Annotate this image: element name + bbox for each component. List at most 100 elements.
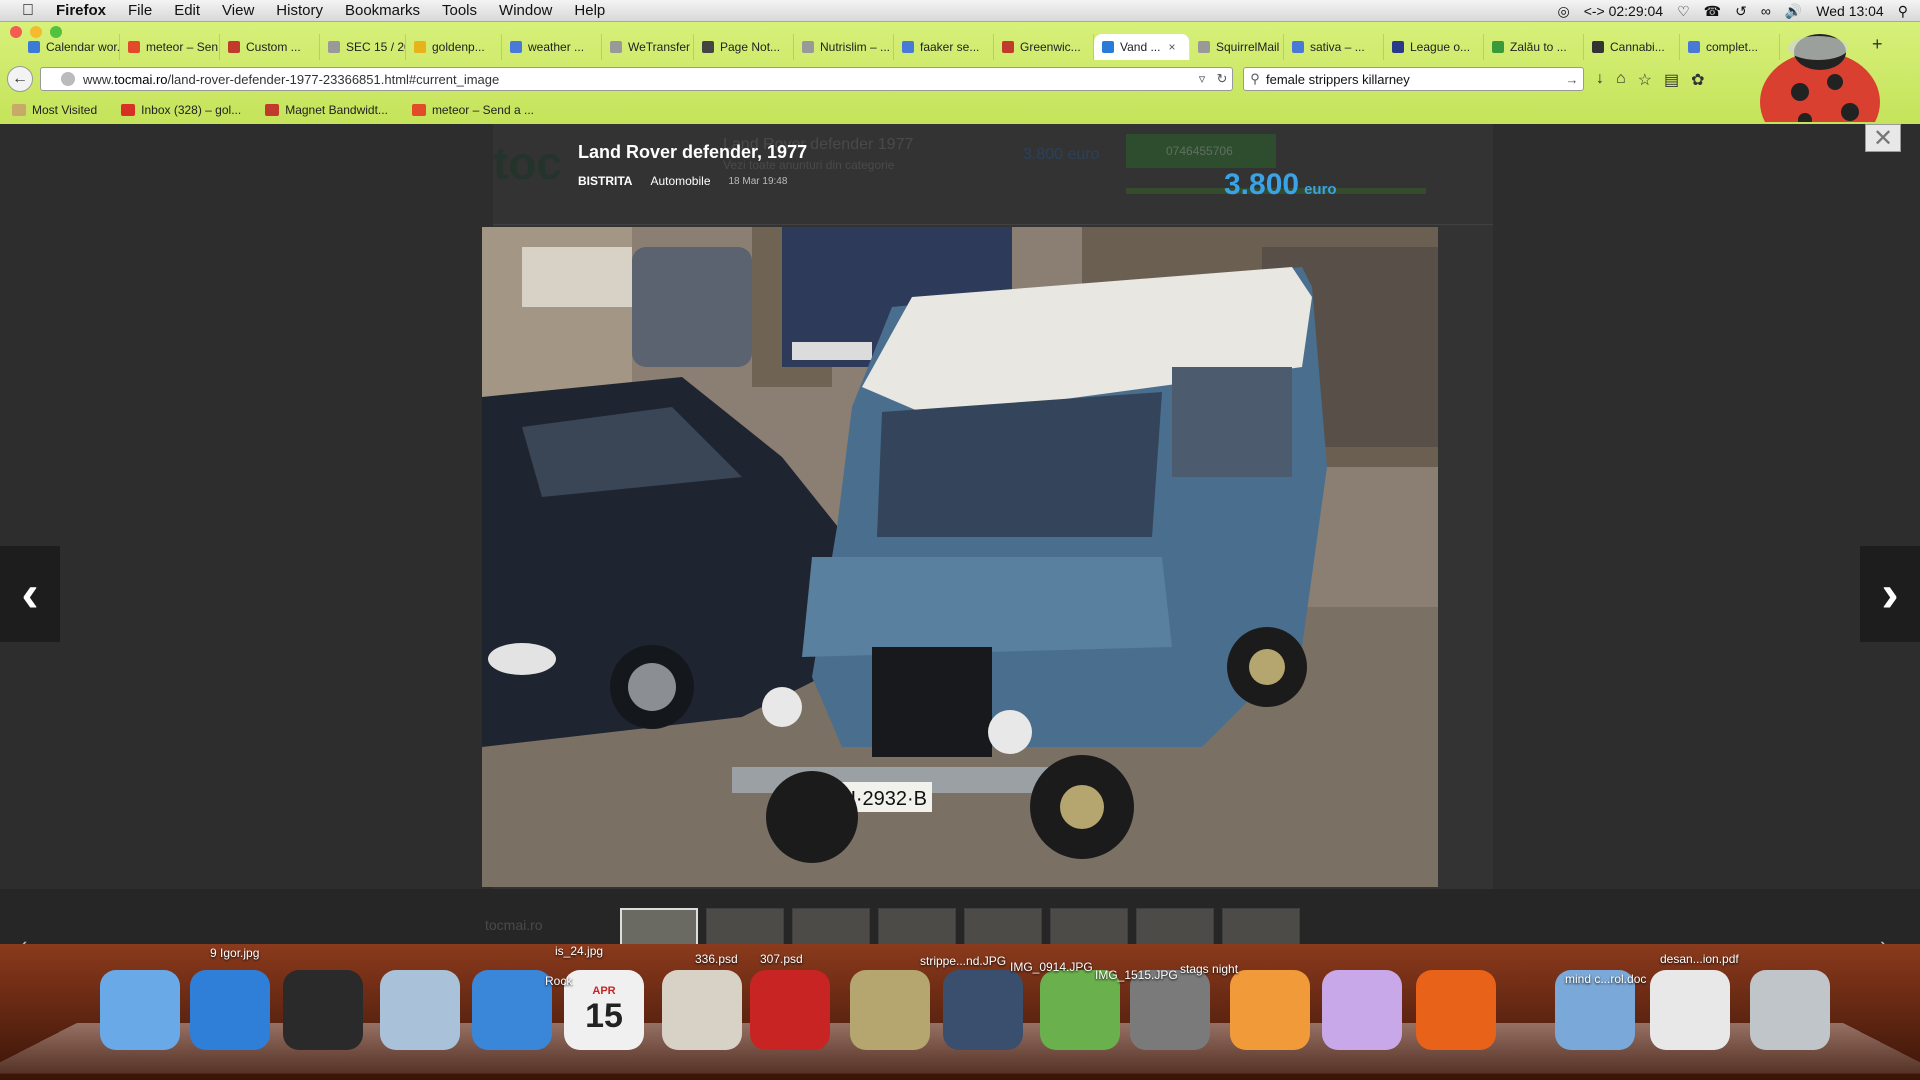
menu-tools[interactable]: Tools	[442, 2, 477, 19]
tab-3[interactable]: SEC 15 / 20	[320, 34, 406, 60]
tab-15[interactable]: Zalău to ...	[1484, 34, 1584, 60]
bookmark-label: Magnet Bandwidt...	[285, 103, 388, 117]
tab-favicon-icon	[1592, 41, 1604, 53]
close-lightbox-button[interactable]: ✕	[1865, 124, 1901, 152]
thumbnail-2[interactable]	[792, 908, 870, 944]
firefox-icon[interactable]	[1416, 970, 1496, 1050]
tab-9[interactable]: faaker se...	[894, 34, 994, 60]
tab-16[interactable]: Cannabi...	[1584, 34, 1680, 60]
photo-booth-icon[interactable]	[750, 970, 830, 1050]
app-store-icon[interactable]	[190, 970, 270, 1050]
home-icon[interactable]: ⌂	[1616, 70, 1626, 90]
thumbnail-3[interactable]	[878, 908, 956, 944]
menu-app-firefox[interactable]: Firefox	[56, 2, 106, 19]
search-go-icon[interactable]: →	[1561, 72, 1583, 87]
back-button[interactable]: ←	[7, 66, 33, 92]
time-machine-icon[interactable]: ↺	[1735, 3, 1747, 20]
next-image-button[interactable]: ›	[1860, 546, 1920, 642]
tab-favicon-icon	[702, 41, 714, 53]
url-text: www.tocmai.ro/land-rover-defender-1977-2…	[83, 71, 500, 87]
thumbnail-1[interactable]	[706, 908, 784, 944]
wifi-icon[interactable]: ♡	[1677, 3, 1690, 20]
thumbs-next-chevron-icon[interactable]: ›	[1880, 932, 1887, 944]
trash-icon[interactable]	[1750, 970, 1830, 1050]
tab-8[interactable]: Nutrislim – ...	[794, 34, 894, 60]
tab-5[interactable]: weather ...	[502, 34, 602, 60]
tab-14[interactable]: League o...	[1384, 34, 1484, 60]
onenote-icon[interactable]	[1322, 970, 1402, 1050]
bookmark-label: Inbox (328) – gol...	[141, 103, 242, 117]
pages-icon[interactable]	[1230, 970, 1310, 1050]
tab-label: goldenp...	[432, 40, 485, 54]
tab-10[interactable]: Greenwic...	[994, 34, 1094, 60]
tab-12[interactable]: SquirrelMail	[1190, 34, 1284, 60]
iphoto-icon[interactable]	[662, 970, 742, 1050]
url-bar[interactable]: www.tocmai.ro/land-rover-defender-1977-2…	[40, 67, 1233, 91]
price-amount: 3.800	[1224, 168, 1300, 201]
mail-icon[interactable]	[380, 970, 460, 1050]
xcode-icon[interactable]	[1040, 970, 1120, 1050]
menu-file[interactable]: File	[128, 2, 152, 19]
tab-4[interactable]: goldenp...	[406, 34, 502, 60]
thumbnail-5[interactable]	[1050, 908, 1128, 944]
search-bar[interactable]: ⚲ female strippers killarney →	[1243, 67, 1584, 91]
menu-bookmarks[interactable]: Bookmarks	[345, 2, 420, 19]
menubar-clock[interactable]: Wed 13:04	[1816, 3, 1883, 19]
bookmark-1[interactable]: Inbox (328) – gol...	[121, 103, 241, 117]
close-tab-icon[interactable]: ×	[1168, 40, 1175, 54]
listing-category[interactable]: Automobile	[650, 174, 710, 188]
menu-window[interactable]: Window	[499, 2, 552, 19]
safari-icon[interactable]	[472, 970, 552, 1050]
imovie-icon[interactable]	[850, 970, 930, 1050]
tab-0[interactable]: Calendar wor...	[20, 34, 120, 60]
bookmark-3[interactable]: meteor – Send a ...	[411, 103, 534, 117]
tab-13[interactable]: sativa – ...	[1284, 34, 1384, 60]
price-currency: euro	[1304, 181, 1337, 198]
search-input[interactable]: female strippers killarney	[1266, 72, 1561, 87]
thumbnail-6[interactable]	[1136, 908, 1214, 944]
system-preferences-icon[interactable]	[1130, 970, 1210, 1050]
tab-6[interactable]: WeTransfer	[602, 34, 694, 60]
apple-menu-icon[interactable]: 	[18, 1, 38, 21]
volume-icon[interactable]: 🔊	[1785, 3, 1802, 20]
tab-7[interactable]: Page Not...	[694, 34, 794, 60]
listing-date: 18 Mar 19:48	[728, 175, 788, 187]
tab-11[interactable]: Vand ... ×	[1094, 34, 1190, 60]
site-identity-icon[interactable]	[61, 72, 75, 86]
tab-favicon-icon	[1002, 41, 1014, 53]
previous-image-button[interactable]: ‹	[0, 546, 60, 642]
tab-label: Page Not...	[720, 40, 781, 54]
thumbnail-4[interactable]	[964, 908, 1042, 944]
dropdown-arrow-icon[interactable]: ▿	[1192, 71, 1212, 87]
menu-help[interactable]: Help	[574, 2, 605, 19]
time-machine-icon[interactable]	[943, 970, 1023, 1050]
listing-location[interactable]: BISTRITA	[578, 174, 632, 188]
thumbnail-7[interactable]	[1222, 908, 1300, 944]
bookmark-2[interactable]: Magnet Bandwidt...	[265, 103, 388, 117]
globe-icon[interactable]: ◎	[1557, 3, 1569, 20]
dock-file-label: IMG_0914.JPG	[1010, 960, 1093, 974]
timer-readout[interactable]: <-> 02:29:04	[1584, 3, 1663, 19]
document-stack-icon[interactable]	[1650, 970, 1730, 1050]
menu-history[interactable]: History	[276, 2, 323, 19]
tab-2[interactable]: Custom ...	[220, 34, 320, 60]
tab-label: WeTransfer	[628, 40, 691, 54]
reader-icon[interactable]: ▤	[1664, 70, 1679, 90]
spotlight-search-icon[interactable]: ⚲	[1898, 3, 1908, 20]
itunes-icon[interactable]	[283, 970, 363, 1050]
phone-icon[interactable]: ☎	[1704, 3, 1721, 20]
finder-icon[interactable]	[100, 970, 180, 1050]
link-icon[interactable]: ∞	[1761, 3, 1771, 19]
calendar-icon[interactable]: APR 15	[564, 970, 644, 1050]
tab-favicon-icon	[1688, 41, 1700, 53]
tab-1[interactable]: meteor – Sen...	[120, 34, 220, 60]
thumbs-prev-chevron-icon[interactable]: ‹	[20, 932, 27, 944]
tab-favicon-icon	[610, 41, 622, 53]
reload-icon[interactable]: ↻	[1212, 71, 1232, 87]
bookmark-0[interactable]: Most Visited	[12, 103, 97, 117]
menu-view[interactable]: View	[222, 2, 254, 19]
bookmark-star-icon[interactable]: ☆	[1638, 70, 1652, 90]
thumbnail-0[interactable]	[620, 908, 698, 944]
download-icon[interactable]: ↓	[1596, 70, 1604, 90]
menu-edit[interactable]: Edit	[174, 2, 200, 19]
